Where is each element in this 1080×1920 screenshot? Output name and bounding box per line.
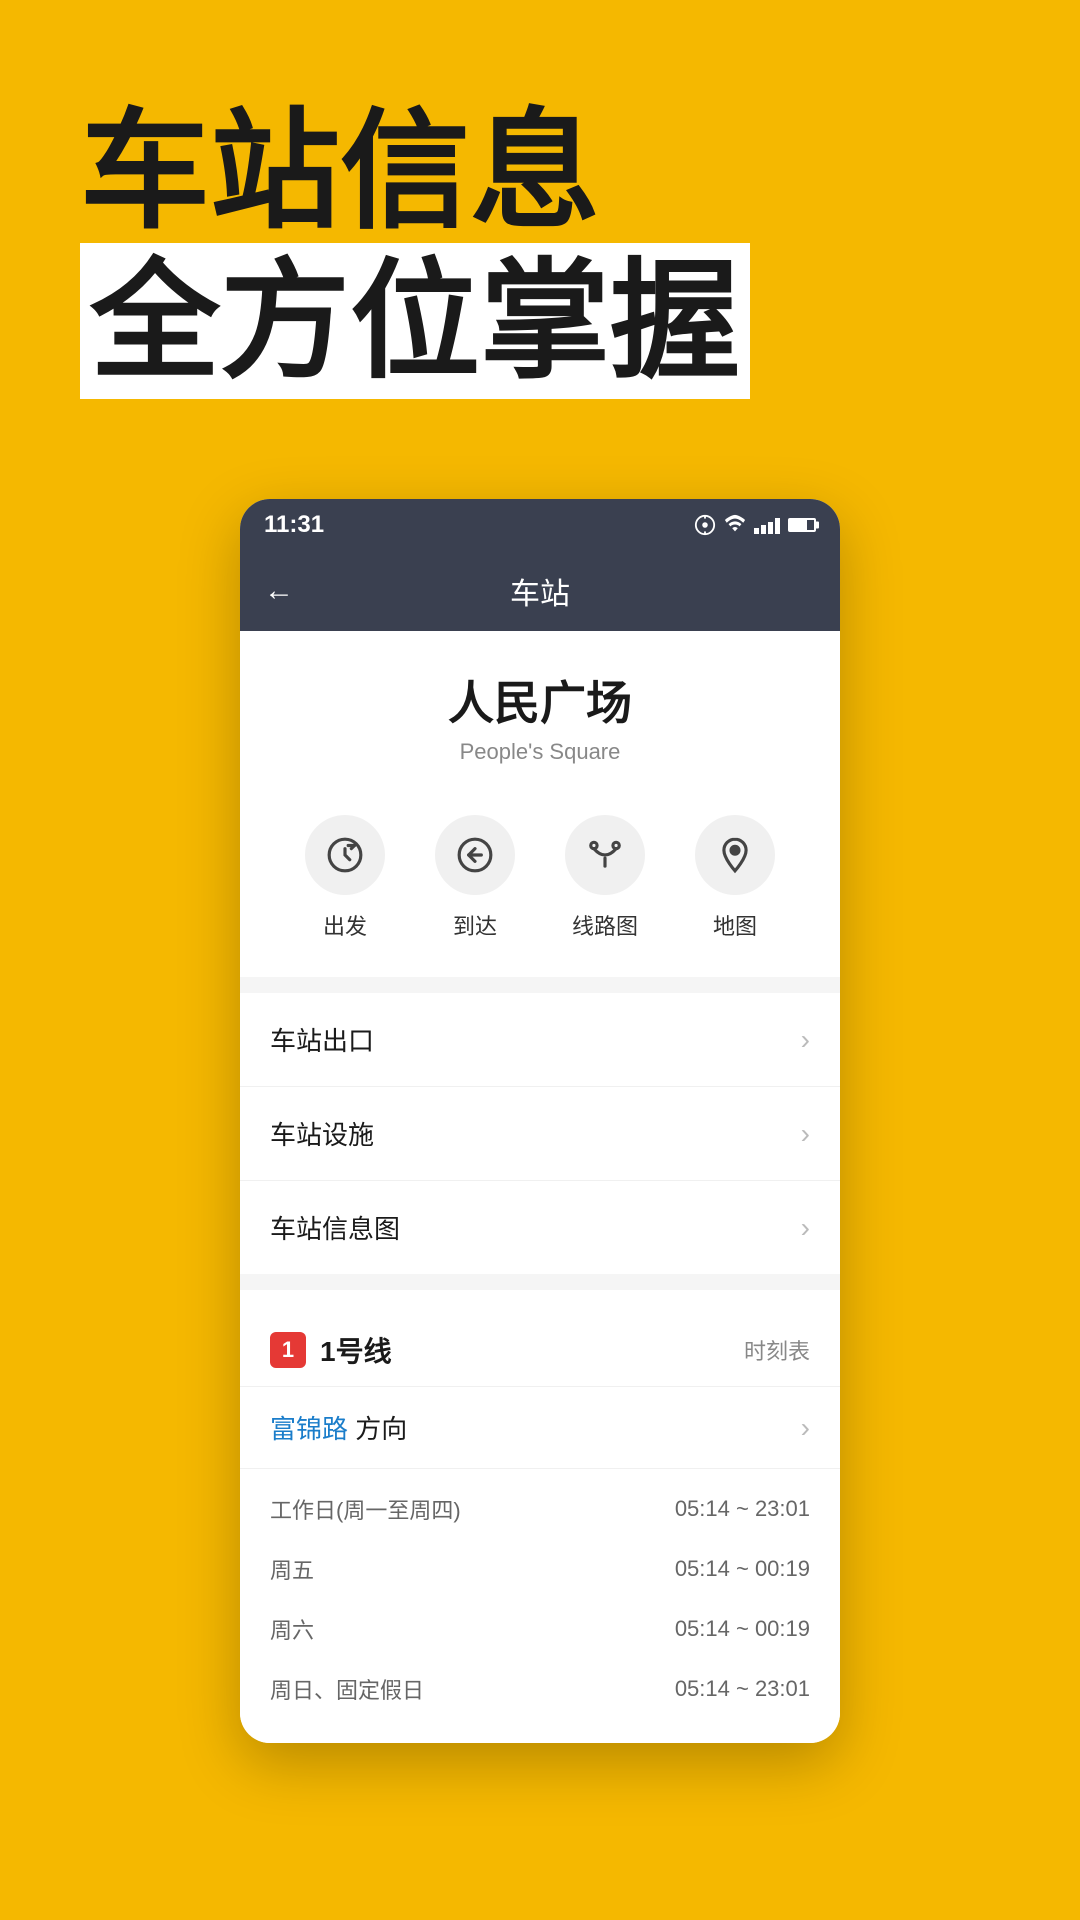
menu-item-info-map[interactable]: 车站信息图 › xyxy=(240,1181,840,1274)
line-badge: 1 xyxy=(270,1332,306,1368)
action-row: 出发 到达 线路图 xyxy=(240,795,840,977)
route-label: 线路图 xyxy=(572,909,638,941)
hero-title-line1: 车站信息 xyxy=(80,100,1000,243)
schedule-day-3: 周日、固定假日 xyxy=(270,1673,424,1705)
schedule-day-2: 周六 xyxy=(270,1613,314,1645)
map-label: 地图 xyxy=(713,909,757,941)
schedule-time-1: 05:14 ~ 00:19 xyxy=(675,1556,810,1582)
schedule-row-3: 周日、固定假日 05:14 ~ 23:01 xyxy=(270,1659,810,1719)
menu-item-exit[interactable]: 车站出口 › xyxy=(240,993,840,1087)
schedule-time-0: 05:14 ~ 23:01 xyxy=(675,1496,810,1522)
menu-info-map-label: 车站信息图 xyxy=(270,1209,400,1246)
location-icon xyxy=(694,514,716,536)
direction-row[interactable]: 富锦路 方向 › xyxy=(240,1387,840,1469)
depart-circle[interactable] xyxy=(305,815,385,895)
hero-title-line2-wrapper: 全方位掌握 xyxy=(80,243,750,399)
station-name-en: People's Square xyxy=(260,739,820,765)
schedule-day-0: 工作日(周一至周四) xyxy=(270,1493,461,1525)
menu-item-facilities[interactable]: 车站设施 › xyxy=(240,1087,840,1181)
chevron-right-info-map: › xyxy=(801,1212,810,1244)
station-name-section: 人民广场 People's Square xyxy=(240,631,840,795)
direction-text: 富锦路 方向 xyxy=(270,1409,407,1446)
status-bar: 11:31 xyxy=(240,499,840,551)
app-header: ← 车站 xyxy=(240,551,840,631)
schedule-time-2: 05:14 ~ 00:19 xyxy=(675,1616,810,1642)
menu-exit-label: 车站出口 xyxy=(270,1021,374,1058)
map-icon xyxy=(716,836,754,874)
action-arrive[interactable]: 到达 xyxy=(435,815,515,941)
action-depart[interactable]: 出发 xyxy=(305,815,385,941)
arrive-label: 到达 xyxy=(453,909,497,941)
station-name-zh: 人民广场 xyxy=(260,667,820,733)
chevron-right-exit: › xyxy=(801,1024,810,1056)
route-circle[interactable] xyxy=(565,815,645,895)
schedule-table: 工作日(周一至周四) 05:14 ~ 23:01 周五 05:14 ~ 00:1… xyxy=(240,1469,840,1743)
phone-mockup: 11:31 xyxy=(240,499,840,1743)
depart-label: 出发 xyxy=(323,909,367,941)
depart-icon xyxy=(326,836,364,874)
status-icons xyxy=(694,514,816,536)
back-button[interactable]: ← xyxy=(264,574,294,608)
action-route[interactable]: 线路图 xyxy=(565,815,645,941)
wifi-icon xyxy=(724,514,746,536)
line-badge-row: 1 1号线 xyxy=(270,1330,392,1370)
signal-icon xyxy=(754,516,780,534)
line-name: 1号线 xyxy=(320,1330,392,1370)
battery-icon xyxy=(788,518,816,532)
menu-facilities-label: 车站设施 xyxy=(270,1115,374,1152)
direction-station: 富锦路 xyxy=(270,1414,348,1444)
schedule-row-1: 周五 05:14 ~ 00:19 xyxy=(270,1539,810,1599)
arrive-icon xyxy=(456,836,494,874)
schedule-row-0: 工作日(周一至周四) 05:14 ~ 23:01 xyxy=(270,1479,810,1539)
line-section: 1 1号线 时刻表 富锦路 方向 › 工作日(周一至周四) 05:14 ~ 23… xyxy=(240,1306,840,1743)
chevron-right-direction: › xyxy=(801,1412,810,1444)
menu-section: 车站出口 › 车站设施 › 车站信息图 › xyxy=(240,977,840,1290)
status-time: 11:31 xyxy=(264,511,324,539)
app-header-title: 车站 xyxy=(314,569,766,613)
timetable-link[interactable]: 时刻表 xyxy=(744,1334,810,1366)
hero-title-line2: 全方位掌握 xyxy=(90,248,740,394)
hero-section: 车站信息 全方位掌握 xyxy=(0,0,1080,459)
arrive-circle[interactable] xyxy=(435,815,515,895)
map-circle[interactable] xyxy=(695,815,775,895)
line-header: 1 1号线 时刻表 xyxy=(240,1306,840,1387)
schedule-row-2: 周六 05:14 ~ 00:19 xyxy=(270,1599,810,1659)
route-icon xyxy=(586,836,624,874)
action-map[interactable]: 地图 xyxy=(695,815,775,941)
direction-word: 方向 xyxy=(355,1414,407,1444)
schedule-day-1: 周五 xyxy=(270,1553,314,1585)
schedule-time-3: 05:14 ~ 23:01 xyxy=(675,1676,810,1702)
chevron-right-facilities: › xyxy=(801,1118,810,1150)
